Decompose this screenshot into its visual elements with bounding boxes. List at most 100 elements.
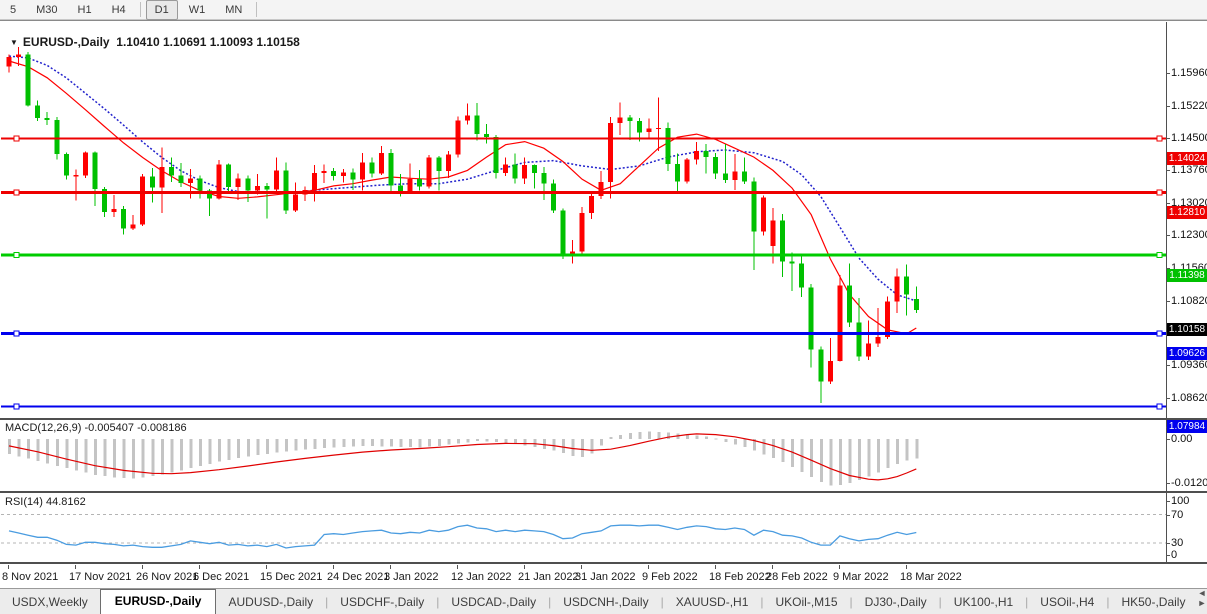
date-label: 3 Jan 2022 (384, 571, 438, 583)
date-label: 18 Mar 2022 (900, 571, 962, 583)
date-tick-mark (906, 565, 907, 569)
axis-tick-mark (1166, 365, 1170, 366)
price-tick-label: 1.09360 (1171, 359, 1207, 371)
chart-tab-dj30-daily[interactable]: DJ30-,Daily (853, 591, 939, 614)
price-chart-pane[interactable] (1, 22, 1166, 418)
axis-tick-mark (1166, 170, 1170, 171)
horizontal-levels-group (1, 136, 1166, 409)
price-badge-1.10158: 1.10158 (1167, 323, 1207, 336)
rsi-line (9, 525, 916, 548)
symbol-dropdown-icon[interactable]: ▼ (10, 38, 18, 47)
price-tick-label: 1.12300 (1171, 229, 1207, 241)
date-axis[interactable]: 8 Nov 2021 17 Nov 2021 26 Nov 20216 Dec 20… (0, 564, 1166, 589)
axis-tick-mark (1166, 301, 1170, 302)
timeframe-toolbar: 5M30H1H4 D1W1MN (0, 0, 1207, 20)
macd-axis-label: -0.01205 (1171, 477, 1207, 489)
axis-tick-mark (1166, 501, 1170, 502)
timeframe-button-h1[interactable]: H1 (69, 0, 101, 20)
chart-tab-xauusd-h1[interactable]: XAUUSD-,H1 (664, 591, 761, 614)
price-tick-label: 1.15960 (1171, 67, 1207, 79)
date-label: 31 Jan 2022 (575, 571, 636, 583)
chart-window: ▼ EURUSD-,Daily 1.10410 1.10691 1.10093 1… (0, 20, 1207, 588)
axis-tick-mark (1166, 203, 1170, 204)
chart-tab-usdcad-daily[interactable]: USDCAD-,Daily (439, 591, 548, 614)
date-tick-mark (715, 565, 716, 569)
macd-label: MACD(12,26,9) -0.005407 -0.008186 (5, 422, 187, 434)
macd-axis-label: 0.00 (1171, 433, 1192, 445)
chart-tab-usdcnh-daily[interactable]: USDCNH-,Daily (551, 591, 660, 614)
candles-group (7, 47, 919, 403)
axis-tick-mark (1166, 398, 1170, 399)
price-tick-label: 1.13760 (1171, 164, 1207, 176)
date-tick-mark (648, 565, 649, 569)
date-label: 17 Nov 2021 (69, 571, 131, 583)
rsi-label: RSI(14) 44.8162 (5, 496, 86, 508)
date-label: 15 Dec 2021 (260, 571, 322, 583)
price-tick-label: 1.08620 (1171, 392, 1207, 404)
date-tick-mark (266, 565, 267, 569)
date-tick-mark (839, 565, 840, 569)
date-label: 9 Mar 2022 (833, 571, 889, 583)
date-tick-mark (199, 565, 200, 569)
axis-tick-mark (1166, 106, 1170, 107)
timeframe-button-d1[interactable]: D1 (146, 0, 178, 20)
chart-legend: ▼ EURUSD-,Daily 1.10410 1.10691 1.10093 1… (10, 35, 300, 49)
axis-tick-mark (1166, 515, 1170, 516)
date-label: 26 Nov 2021 (136, 571, 198, 583)
rsi-axis-label: 100 (1171, 495, 1189, 507)
date-label: 28 Feb 2022 (766, 571, 828, 583)
timeframe-button-mn[interactable]: MN (216, 0, 251, 20)
date-label: 8 Nov 2021 (2, 571, 58, 583)
date-tick-mark (457, 565, 458, 569)
chart-tab-eurusd-daily[interactable]: EURUSD-,Daily (100, 589, 217, 614)
chart-tab-audusd-daily[interactable]: AUDUSD-,Daily (216, 591, 325, 614)
price-tick-label: 1.15220 (1171, 100, 1207, 112)
chart-tab-hk50-daily[interactable]: HK50-,Daily (1109, 591, 1197, 614)
price-badge-1.12810: 1.12810 (1167, 206, 1207, 219)
chart-tab-uk100-h1[interactable]: UK100-,H1 (942, 591, 1025, 614)
timeframe-button-5[interactable]: 5 (1, 0, 25, 20)
timeframe-button-m30[interactable]: M30 (27, 0, 66, 20)
date-label: 9 Feb 2022 (642, 571, 698, 583)
chart-tab-usoil-h4[interactable]: USOil-,H4 (1028, 591, 1106, 614)
date-label: 24 Dec 2021 (327, 571, 389, 583)
toolbar-separator (140, 2, 141, 17)
axis-tick-mark (1166, 138, 1170, 139)
trading-platform-window: 5M30H1H4 D1W1MN ▼ EURUSD-,Daily 1.10410 1.… (0, 0, 1207, 614)
date-tick-mark (142, 565, 143, 569)
date-tick-mark (333, 565, 334, 569)
date-tick-mark (8, 565, 9, 569)
date-label: 6 Dec 2021 (193, 571, 249, 583)
chart-tab-bar: USDX,WeeklyEURUSD-,DailyAUDUSD-,Daily|US… (0, 588, 1207, 614)
tab-scroll-arrows[interactable]: ◄ ► (1197, 588, 1207, 614)
price-badge-1.11398: 1.11398 (1167, 269, 1207, 282)
date-label: 12 Jan 2022 (451, 571, 512, 583)
macd-signal-line (9, 434, 916, 480)
chart-tab-ukoil-m15[interactable]: UKOil-,M15 (764, 591, 850, 614)
rsi-axis-label: 70 (1171, 509, 1183, 521)
timeframe-button-h4[interactable]: H4 (103, 0, 135, 20)
axis-tick-mark (1166, 555, 1170, 556)
date-tick-mark (524, 565, 525, 569)
price-tick-label: 1.14500 (1171, 132, 1207, 144)
date-label: 21 Jan 2022 (518, 571, 579, 583)
price-tick-label: 1.10820 (1171, 295, 1207, 307)
macd-histogram (8, 431, 918, 485)
date-label: 18 Feb 2022 (709, 571, 771, 583)
rsi-indicator-pane[interactable] (1, 493, 1166, 562)
toolbar-separator (256, 2, 257, 17)
price-badge-1.07984: 1.07984 (1167, 420, 1207, 433)
ohlc-values: 1.10410 1.10691 1.10093 1.10158 (116, 35, 300, 49)
chart-tab-usdx-weekly[interactable]: USDX,Weekly (0, 591, 100, 614)
axis-tick-mark (1166, 543, 1170, 544)
chart-tab-usdchf-daily[interactable]: USDCHF-,Daily (328, 591, 436, 614)
axis-tick-mark (1166, 439, 1170, 440)
axis-tick-mark (1166, 483, 1170, 484)
rsi-axis-label: 0 (1171, 549, 1177, 561)
date-tick-mark (772, 565, 773, 569)
symbol-title: EURUSD-,Daily (23, 35, 110, 49)
timeframe-button-w1[interactable]: W1 (180, 0, 215, 20)
axis-tick-mark (1166, 73, 1170, 74)
axis-tick-mark (1166, 235, 1170, 236)
price-badge-1.09626: 1.09626 (1167, 347, 1207, 360)
